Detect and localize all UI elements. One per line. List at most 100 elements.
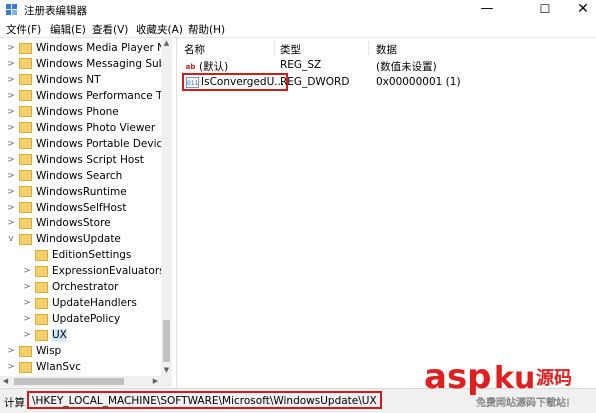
folder-icon	[19, 42, 32, 54]
scroll-right-arrow-icon[interactable]: ▶	[150, 376, 161, 387]
folder-icon	[35, 297, 48, 309]
tree-item-label: UpdateHandlers	[52, 297, 137, 310]
expand-chevron-icon[interactable]: >	[22, 330, 32, 340]
tree-item-label: WindowsStore	[36, 217, 111, 230]
registry-path-address[interactable]: \HKEY_LOCAL_MACHINE\SOFTWARE\Microsoft\W…	[27, 391, 382, 409]
expand-chevron-icon[interactable]: >	[6, 75, 16, 85]
scroll-left-arrow-icon[interactable]: ◀	[0, 376, 11, 387]
scroll-down-arrow-icon[interactable]: ▼	[161, 365, 172, 376]
value-row-isconverged[interactable]: 011 IsConvergedU... REG_DWORD 0x00000001 …	[178, 73, 596, 91]
tree-item[interactable]: > Windows Search	[6, 168, 122, 184]
value-name-cell-highlighted: 011 IsConvergedU...	[181, 73, 289, 91]
tree-item[interactable]: > Windows NT	[6, 72, 100, 88]
tree-item[interactable]: > Windows Media Player NS	[6, 40, 171, 56]
tree-item[interactable]: > Wisp	[6, 343, 61, 359]
tree-item-label: UpdatePolicy	[52, 313, 121, 326]
folder-icon	[19, 186, 32, 198]
collapse-chevron-icon[interactable]: v	[6, 234, 16, 244]
scroll-thumb-horizontal[interactable]	[14, 378, 124, 385]
folder-icon	[19, 122, 32, 134]
tree-item[interactable]: > Windows Phone	[6, 104, 119, 120]
expand-chevron-icon[interactable]: >	[6, 123, 16, 133]
expand-chevron-icon[interactable]: >	[6, 59, 16, 69]
dword-value-icon: 011	[186, 76, 199, 88]
expand-chevron-icon[interactable]: >	[6, 362, 16, 372]
scroll-up-arrow-icon[interactable]: ▲	[161, 38, 172, 49]
value-list: 名称 类型 数据 ab (默认) REG_SZ (数值未设置) 011 IsConv…	[178, 38, 596, 388]
expand-chevron-icon[interactable]: >	[6, 218, 16, 228]
title-bar: 注册表编辑器 — ☐ ✕	[0, 0, 596, 20]
close-button[interactable]: ✕	[562, 0, 596, 20]
tree-item[interactable]: > WindowsRuntime	[6, 184, 127, 200]
value-type: REG_DWORD	[280, 76, 350, 88]
tree-item-label: UX	[52, 329, 67, 342]
registry-key-tree: > Windows Media Player NS > Windows Messagi…	[0, 38, 172, 388]
column-header-type[interactable]: 类型	[280, 42, 301, 57]
expand-chevron-icon[interactable]: >	[22, 298, 32, 308]
expand-chevron-icon[interactable]: >	[6, 155, 16, 165]
expand-chevron-icon[interactable]: >	[6, 346, 16, 356]
folder-icon	[19, 74, 32, 86]
tree-item-label: WindowsSelfHost	[36, 201, 127, 214]
folder-icon	[19, 138, 32, 150]
column-header-name[interactable]: 名称	[184, 42, 205, 57]
expand-chevron-icon[interactable]: >	[6, 187, 16, 197]
tree-item[interactable]: > Windows Portable Devices	[6, 136, 172, 152]
expand-chevron-icon[interactable]: >	[22, 314, 32, 324]
expand-chevron-icon[interactable]: >	[6, 91, 16, 101]
folder-icon	[35, 281, 48, 293]
folder-icon	[19, 217, 32, 229]
expand-chevron-icon[interactable]: >	[6, 43, 16, 53]
tree-item[interactable]: > UpdatePolicy	[22, 311, 120, 327]
tree-item[interactable]: > Windows Script Host	[6, 152, 144, 168]
tree-item[interactable]: > WindowsStore	[6, 215, 111, 231]
value-row-default[interactable]: ab (默认) REG_SZ (数值未设置)	[178, 58, 596, 74]
folder-icon	[19, 90, 32, 102]
tree-vertical-scrollbar[interactable]: ▲ ▼	[161, 38, 172, 376]
tree-item-label: ExpressionEvaluators	[52, 265, 165, 278]
column-header-data[interactable]: 数据	[376, 42, 397, 57]
tree-item[interactable]: > UX	[22, 327, 67, 343]
tree-item-label: EditionSettings	[52, 249, 132, 262]
tree-item-label: Wisp	[36, 345, 62, 358]
tree-item[interactable]: > WindowsSelfHost	[6, 200, 127, 216]
column-divider[interactable]	[368, 41, 369, 55]
expand-chevron-icon[interactable]: >	[6, 107, 16, 117]
column-divider[interactable]	[274, 41, 275, 55]
tree-item[interactable]: > UpdateHandlers	[22, 295, 137, 311]
expand-chevron-icon[interactable]: >	[6, 171, 16, 181]
folder-icon	[19, 154, 32, 166]
minimize-button[interactable]: —	[466, 0, 508, 20]
maximize-button[interactable]: ☐	[524, 0, 566, 20]
tree-item-label: WindowsUpdate	[36, 233, 121, 246]
tree-item[interactable]: v WindowsUpdate	[6, 231, 121, 247]
aspku-watermark-logo: asp ku 源码 免费网站源码下载站!	[424, 357, 572, 409]
value-data: 0x00000001 (1)	[376, 76, 461, 88]
menu-view[interactable]: 查看(V)	[92, 22, 128, 37]
tree-item-label: WindowsRuntime	[36, 185, 127, 198]
menu-help[interactable]: 帮助(H)	[188, 22, 225, 37]
expand-chevron-icon[interactable]: >	[22, 266, 32, 276]
tree-item-label: Windows Portable Devices	[36, 137, 172, 150]
tree-horizontal-scrollbar[interactable]: ◀ ▶	[0, 376, 172, 387]
tree-item-label: Windows Search	[36, 169, 123, 182]
expand-chevron-icon[interactable]: >	[6, 203, 16, 213]
expand-chevron-icon[interactable]: >	[6, 139, 16, 149]
scroll-thumb[interactable]	[163, 320, 170, 362]
pane-splitter[interactable]	[176, 38, 177, 388]
tree-item[interactable]: > Windows Performance Too	[6, 88, 172, 104]
value-name: IsConvergedU...	[201, 76, 285, 88]
tree-item[interactable]: > Windows Photo Viewer	[6, 120, 155, 136]
menu-edit[interactable]: 编辑(E)	[50, 22, 86, 37]
folder-icon	[19, 202, 32, 213]
tree-item[interactable]: > ExpressionEvaluators	[22, 263, 165, 279]
tree-item[interactable]: > Orchestrator	[22, 279, 118, 295]
menu-favorites[interactable]: 收藏夹(A)	[136, 22, 183, 37]
tree-item[interactable]: > WlanSvc	[6, 359, 81, 375]
tree-item[interactable]: > Windows Messaging Subs	[6, 56, 171, 72]
expand-chevron-icon[interactable]: >	[22, 282, 32, 292]
tree-item[interactable]: EditionSettings	[22, 247, 131, 263]
menu-file[interactable]: 文件(F)	[6, 22, 41, 37]
tree-item-label: Orchestrator	[52, 281, 119, 294]
value-name-cell: ab (默认)	[184, 59, 229, 74]
